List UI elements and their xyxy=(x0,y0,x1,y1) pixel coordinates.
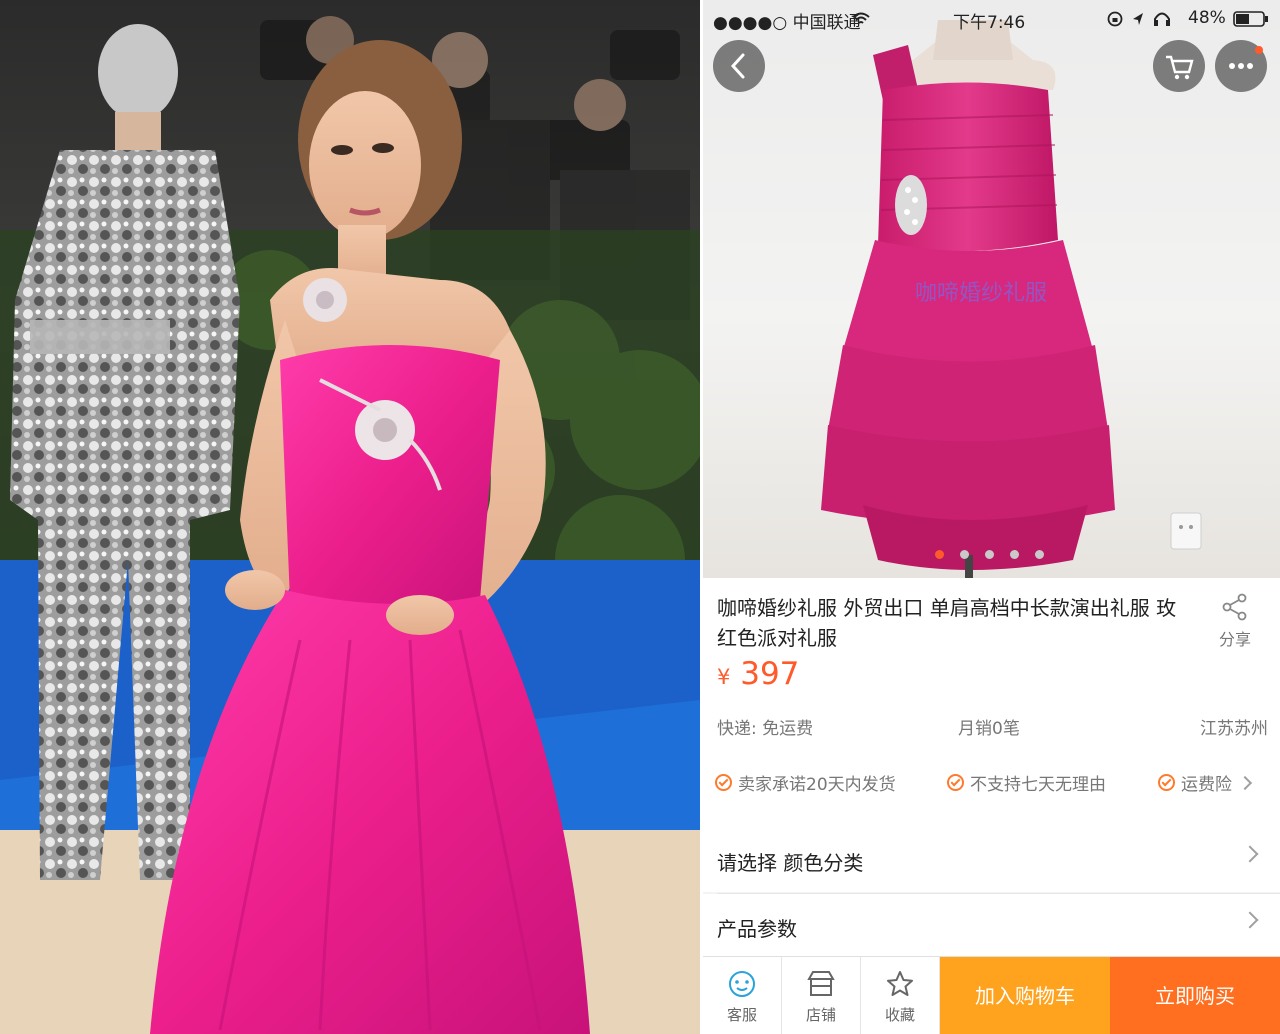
monthly-sales: 月销0笔 xyxy=(958,719,1020,739)
shop-button[interactable]: 店铺 xyxy=(782,957,861,1034)
location-icon xyxy=(1133,13,1143,25)
share-button[interactable]: 分享 xyxy=(1211,592,1259,650)
check-circle-icon xyxy=(715,774,732,791)
seller-location: 江苏苏州 xyxy=(1200,719,1268,739)
shop-icon xyxy=(807,971,835,996)
product-params-row[interactable]: 产品参数 xyxy=(703,894,1280,958)
back-button[interactable] xyxy=(713,40,765,92)
carrier-label: ●●●●○ 中国联通 xyxy=(713,13,861,33)
carousel-dot[interactable] xyxy=(1010,550,1019,559)
shopping-app-screen: 咖啼婚纱礼服 ●●●●○ 中国联通 下午7:46 48% 咖啼婚纱礼服 外贸出口… xyxy=(703,0,1280,1034)
promise-label: 卖家承诺20天内发货 xyxy=(738,775,896,795)
carousel-dot[interactable] xyxy=(960,550,969,559)
carousel-pagination xyxy=(935,544,1060,559)
product-image-carousel[interactable]: 咖啼婚纱礼服 xyxy=(703,0,1280,578)
favorite-button[interactable]: 收藏 xyxy=(861,957,940,1034)
chevron-right-icon xyxy=(1241,911,1259,929)
chevron-right-icon xyxy=(1237,775,1253,790)
battery-icon xyxy=(1233,11,1268,27)
shop-watermark: 咖啼婚纱礼服 xyxy=(915,281,1047,306)
add-to-cart-button[interactable]: 加入购物车 xyxy=(940,957,1110,1034)
status-bar: ●●●●○ 中国联通 下午7:46 48% xyxy=(703,0,1280,36)
product-title: 咖啼婚纱礼服 外贸出口 单肩高档中长款演出礼服 玫红色派对礼服 xyxy=(717,596,1177,650)
clock-label: 下午7:46 xyxy=(953,13,1026,33)
service-label: 客服 xyxy=(726,1006,757,1024)
carousel-dot[interactable] xyxy=(1035,550,1044,559)
promise-label: 不支持七天无理由 xyxy=(970,775,1106,795)
shipping-info: 快递: 免运费 xyxy=(717,719,814,739)
battery-percent: 48% xyxy=(1188,8,1226,28)
star-icon xyxy=(887,971,913,996)
share-label: 分享 xyxy=(1218,630,1251,649)
bottom-action-bar: 客服 店铺 收藏 加入购物车 立即购买 xyxy=(703,956,1280,1034)
shopping-cart-icon xyxy=(1166,55,1194,80)
check-circle-icon xyxy=(947,774,964,791)
chevron-left-icon xyxy=(730,53,745,79)
red-carpet-photo xyxy=(0,0,700,1034)
select-color-label: 请选择 颜色分类 xyxy=(717,851,864,875)
carousel-dot[interactable] xyxy=(935,550,944,559)
headphones-icon xyxy=(1154,12,1170,26)
more-options-button[interactable] xyxy=(1215,40,1267,92)
lock-rotation-icon xyxy=(1107,11,1123,27)
currency-symbol: ¥ xyxy=(717,665,731,689)
customer-service-button[interactable]: 客服 xyxy=(703,957,782,1034)
product-info-panel: 咖啼婚纱礼服 外贸出口 单肩高档中长款演出礼服 玫红色派对礼服 分享 ¥ 397… xyxy=(703,578,1280,828)
wifi-icon xyxy=(852,12,870,24)
product-price: ¥ 397 xyxy=(717,656,799,692)
select-color-row[interactable]: 请选择 颜色分类 xyxy=(703,828,1280,892)
more-dots-icon xyxy=(1229,46,1263,69)
promise-label: 运费险 xyxy=(1181,775,1232,795)
promise-item-returns[interactable]: 不支持七天无理由 xyxy=(947,770,1106,795)
check-circle-icon xyxy=(1158,774,1175,791)
chevron-right-icon xyxy=(1241,845,1259,863)
customer-service-icon xyxy=(729,971,755,997)
carousel-dot[interactable] xyxy=(985,550,994,559)
cart-button[interactable] xyxy=(1153,40,1205,92)
shop-label: 店铺 xyxy=(805,1006,836,1024)
buy-now-button[interactable]: 立即购买 xyxy=(1110,957,1280,1034)
favorite-label: 收藏 xyxy=(884,1006,915,1024)
share-icon xyxy=(1222,593,1247,621)
promise-item-shipping[interactable]: 卖家承诺20天内发货 xyxy=(715,770,896,795)
promise-item-insurance[interactable]: 运费险 xyxy=(1158,770,1253,795)
product-params-label: 产品参数 xyxy=(717,917,797,941)
red-carpet-illustration xyxy=(0,0,700,1034)
price-value: 397 xyxy=(740,656,800,692)
